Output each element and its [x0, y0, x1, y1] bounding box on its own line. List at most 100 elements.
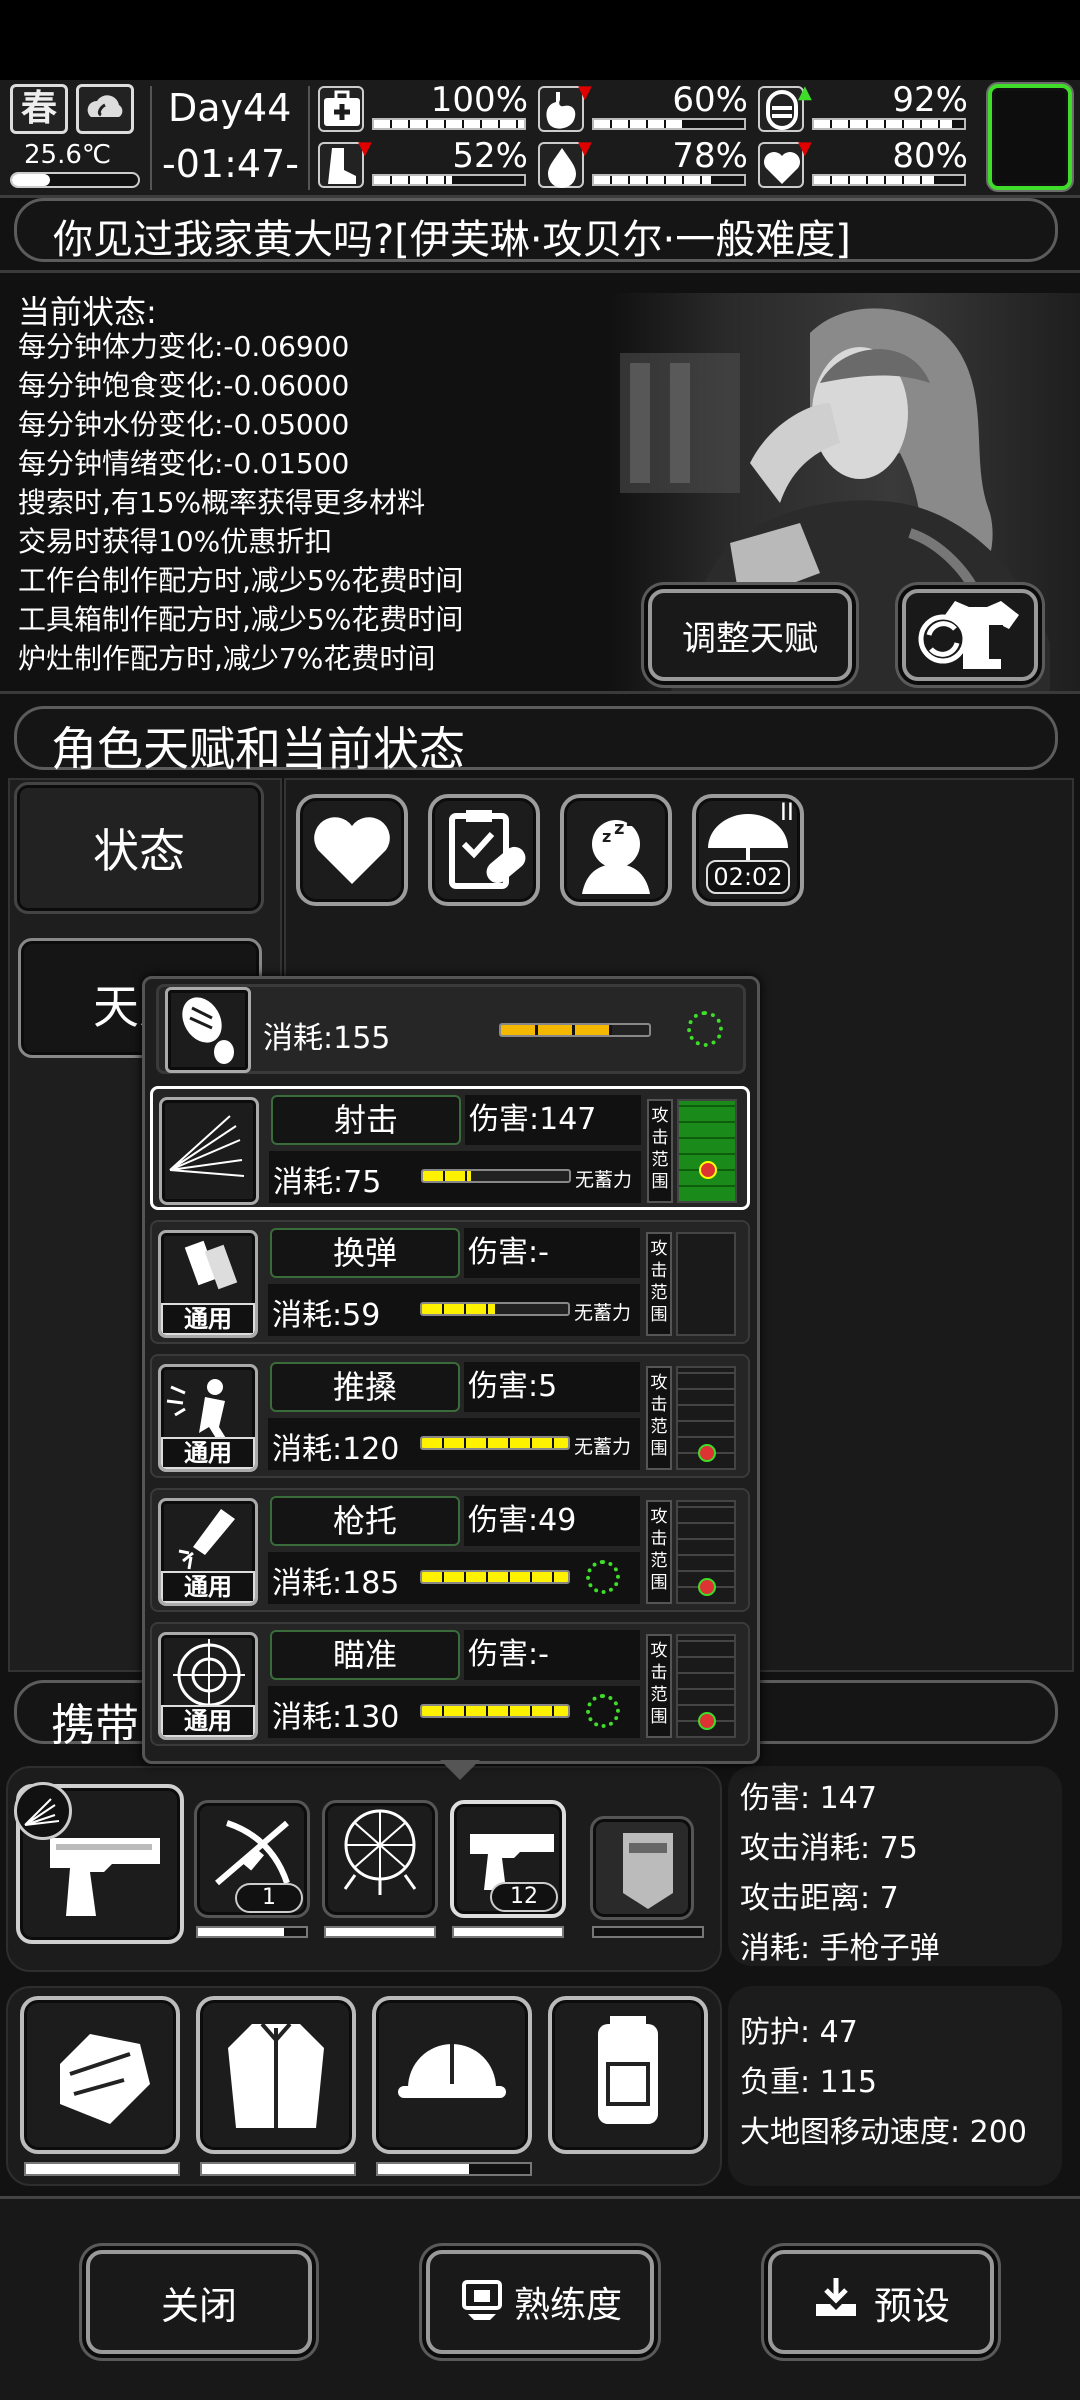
armor-defense: 防护: 47: [740, 2015, 858, 2050]
top-skill-cost-bar: [499, 1023, 651, 1037]
vital-stat: ▼ 80%: [758, 136, 974, 192]
temperature-gauge: [10, 172, 140, 188]
vital-stat: 100%: [318, 80, 534, 136]
proficiency-icon: [458, 2274, 506, 2331]
armor-load: 负重: 115: [740, 2065, 877, 2100]
target-marker-icon: [698, 1712, 716, 1730]
target-marker-icon: [698, 1578, 716, 1596]
status-line: 每分钟体力变化:-0.06900: [18, 330, 350, 363]
weapon-slot[interactable]: [590, 1816, 694, 1920]
attack-range-grid: [677, 1099, 737, 1203]
reload-magazine-icon: 通用: [158, 1230, 258, 1338]
vital-stat: ▲ 92%: [758, 80, 974, 136]
arrow-down-icon: ▼: [798, 138, 812, 159]
common-tag: 通用: [161, 1303, 255, 1335]
tab-status[interactable]: 状态: [14, 782, 264, 914]
skill-row[interactable]: 射击 伤害:147 消耗:75 无蓄力 攻击范围: [150, 1086, 750, 1210]
close-button[interactable]: 关闭: [86, 2250, 312, 2354]
vital-stat: ▼ 78%: [538, 136, 754, 192]
skill-cost: 消耗:185: [272, 1566, 400, 1601]
skill-damage: 伤害:147: [465, 1095, 641, 1145]
weapon-slot[interactable]: 1: [194, 1800, 310, 1918]
gloves-icon: [30, 2004, 170, 2148]
clock-time: -01:47-: [162, 142, 299, 186]
cooldown-spinner-icon: [687, 1011, 723, 1047]
skill-cost: 消耗:59: [272, 1298, 381, 1333]
armor-slot[interactable]: [548, 1996, 708, 2154]
screen: 春 25.6℃ Day44 -01:47- 100% ▼ 60% ▲ 92% ▼ 52% ▼ 7…: [0, 0, 1080, 2400]
weapon-slot[interactable]: 12: [450, 1800, 566, 1918]
adjust-talent-button[interactable]: 调整天赋: [648, 589, 852, 681]
popup-pointer: [440, 1760, 480, 1780]
buff-health[interactable]: [296, 794, 408, 906]
skill-damage: 伤害:-: [464, 1228, 640, 1278]
buff-sleep[interactable]: zzz: [560, 794, 672, 906]
vital-stat-bar: [372, 174, 526, 186]
proficiency-button[interactable]: 熟练度: [426, 2250, 654, 2354]
change-outfit-button[interactable]: [902, 589, 1038, 681]
primary-weapon-slot[interactable]: [14, 1782, 184, 1944]
heart-icon: [314, 817, 390, 884]
weapon-attack-cost: 攻击消耗: 75: [740, 1831, 918, 1866]
buff-umbrella[interactable]: II 02:02: [692, 794, 804, 906]
skill-name: 瞄准: [270, 1630, 460, 1680]
status-line: 每分钟饱食变化:-0.06000: [18, 369, 350, 402]
skill-name: 换弹: [270, 1228, 460, 1278]
status-divider: [308, 86, 310, 190]
arrow-down-icon: ▼: [578, 82, 592, 103]
preset-button[interactable]: 预设: [768, 2250, 994, 2354]
arrow-down-icon: ▼: [358, 138, 372, 159]
jacket-icon: [206, 2004, 346, 2148]
target-marker-icon: [698, 1444, 716, 1462]
armor-slot[interactable]: [372, 1996, 532, 2154]
minimap-button[interactable]: [988, 84, 1072, 190]
skill-cost-bar: [420, 1436, 570, 1450]
vital-stat-bar: [592, 118, 746, 130]
skill-charge: 无蓄力: [575, 1169, 633, 1191]
attack-range-grid: [676, 1634, 736, 1738]
skill-damage: 伤害:-: [464, 1630, 640, 1680]
season-badge: 春: [10, 84, 68, 134]
aim-crosshair-icon: 通用: [158, 1632, 258, 1740]
skill-row[interactable]: 通用 推搡 伤害:5 消耗:120 无蓄力 攻击范围: [150, 1354, 750, 1478]
skill-cost-bar: [420, 1570, 570, 1584]
skill-row[interactable]: 通用 瞄准 伤害:- 消耗:130 攻击范围: [150, 1622, 750, 1746]
weapon-ammo: 消耗: 手枪子弹: [740, 1931, 940, 1966]
vital-stat-value: 52%: [452, 136, 528, 176]
armor-slot[interactable]: [20, 1996, 180, 2154]
popup-top-skill[interactable]: 消耗:155: [156, 984, 746, 1074]
status-line: 每分钟水份变化:-0.05000: [18, 408, 350, 441]
skill-cost-row: 消耗:120 无蓄力: [268, 1418, 640, 1470]
weapon-stats: 伤害: 147 攻击消耗: 75 攻击距离: 7 消耗: 手枪子弹: [740, 1774, 940, 1974]
skill-cost-bar: [421, 1169, 571, 1183]
adjust-talent-label: 调整天赋: [682, 618, 818, 659]
vital-stat-value: 92%: [892, 80, 968, 120]
svg-text:z: z: [602, 827, 611, 846]
status-lines: 每分钟体力变化:-0.06900 每分钟饱食变化:-0.06000 每分钟水份变化:…: [18, 327, 463, 678]
durability-bar: [324, 1926, 436, 1938]
character-name-banner: 你见过我家黄大吗?[伊芙琳·攻贝尔·一般难度]: [14, 198, 1058, 262]
buff-medicine[interactable]: [428, 794, 540, 906]
durability-bar: [200, 2162, 356, 2176]
net-trap-icon: [325, 1809, 435, 1907]
character-status-panel: 当前状态: 每分钟体力变化:-0.06900 每分钟饱食变化:-0.06000 每分…: [0, 270, 1080, 694]
vital-stat-bar: [372, 118, 526, 130]
arrow-up-icon: ▲: [798, 82, 812, 103]
attack-range-grid: [676, 1500, 736, 1604]
weapon-damage: 伤害: 147: [740, 1781, 877, 1816]
status-line: 炉灶制作配方时,减少7%花费时间: [18, 642, 436, 675]
skill-row[interactable]: 通用 枪托 伤害:49 消耗:185 攻击范围: [150, 1488, 750, 1612]
weapon-slot[interactable]: [322, 1800, 438, 1918]
durability-bar: [24, 2162, 180, 2176]
top-skill-cost: 消耗:155: [263, 1021, 391, 1056]
armor-slot[interactable]: [196, 1996, 356, 2154]
attack-range-grid: [676, 1366, 736, 1470]
vital-stat-bar: [812, 174, 966, 186]
skill-row[interactable]: 通用 换弹 伤害:- 消耗:59 无蓄力 攻击范围: [150, 1220, 750, 1344]
push-icon: 通用: [158, 1364, 258, 1472]
ammo-count: 1: [235, 1883, 303, 1913]
vital-stat-value: 78%: [672, 136, 748, 176]
skill-cost: 消耗:75: [273, 1165, 382, 1200]
common-tag: 通用: [161, 1437, 255, 1469]
health-icon: [318, 86, 364, 132]
